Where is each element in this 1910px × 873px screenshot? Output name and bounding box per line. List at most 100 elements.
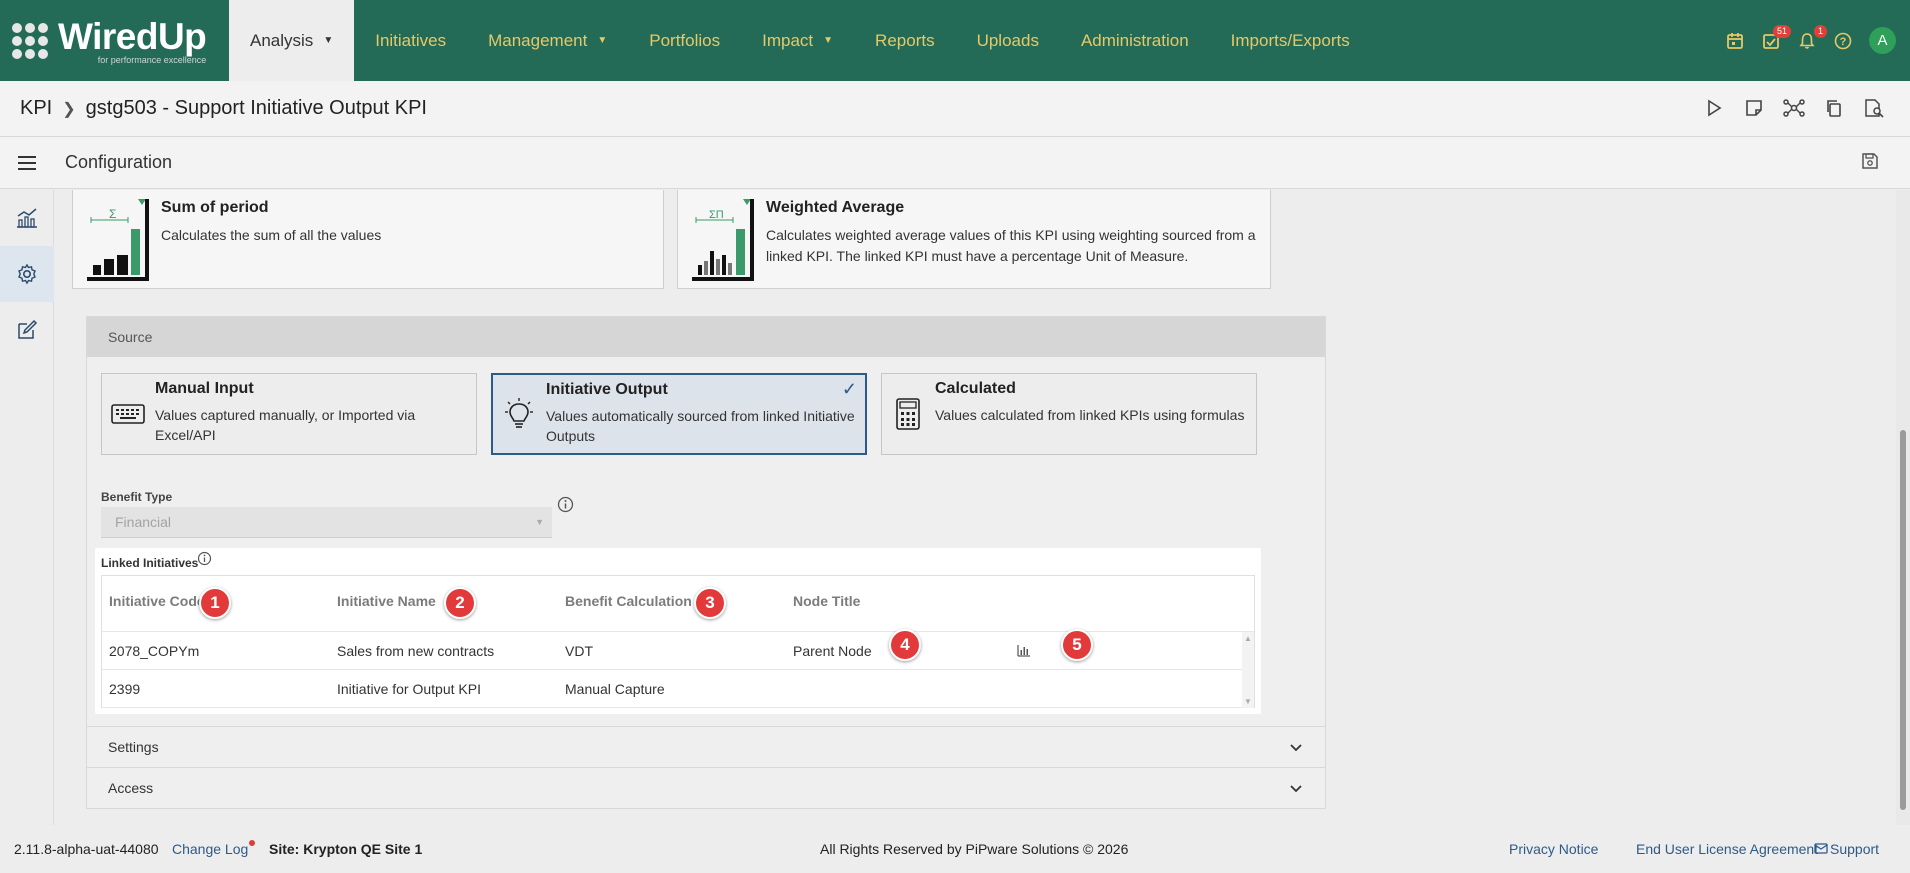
- source-option-initiative-output[interactable]: Initiative Output Values automatically s…: [491, 373, 867, 455]
- breadcrumb: KPI ❯ gstg503 - Support Initiative Outpu…: [0, 81, 1910, 137]
- info-icon[interactable]: [557, 496, 574, 513]
- scroll-thumb[interactable]: [1900, 430, 1906, 810]
- scroll-up-icon: ▲: [1244, 634, 1252, 643]
- nav-item-administration[interactable]: Administration: [1060, 0, 1210, 81]
- column-header-node-title[interactable]: Node Title: [793, 593, 860, 609]
- column-header-benefit-calculation[interactable]: Benefit Calculation: [565, 593, 692, 609]
- edit-icon: [18, 319, 38, 339]
- annotation-marker: 2: [444, 587, 476, 619]
- config-bar: Configuration: [0, 137, 1910, 189]
- benefit-type-label: Benefit Type: [101, 490, 173, 504]
- sidebar-item-configuration[interactable]: [0, 246, 54, 302]
- caret-down-icon: ▼: [535, 517, 544, 527]
- nav-item-analysis[interactable]: Analysis ▼: [229, 0, 355, 81]
- nav-item-imports-exports[interactable]: Imports/Exports: [1210, 0, 1371, 81]
- sidebar-item-edit[interactable]: [0, 302, 54, 358]
- copy-icon[interactable]: [1820, 93, 1848, 123]
- nav-label: Initiatives: [375, 30, 447, 50]
- nav-item-reports[interactable]: Reports: [854, 0, 956, 81]
- aggregation-title: Sum of period: [161, 199, 269, 216]
- source-option-description: Values automatically sourced from linked…: [546, 408, 855, 444]
- bar-chart-icon[interactable]: [1017, 644, 1031, 657]
- cell-initiative-name: Initiative for Output KPI: [337, 681, 481, 697]
- nav-label: Reports: [875, 30, 935, 50]
- nav-label: Imports/Exports: [1230, 30, 1350, 50]
- privacy-notice-link[interactable]: Privacy Notice: [1509, 841, 1598, 857]
- sum-chart-icon: Σ: [73, 190, 161, 287]
- nav-item-impact[interactable]: Impact ▼: [741, 0, 854, 81]
- nav-item-portfolios[interactable]: Portfolios: [628, 0, 741, 81]
- sidebar-item-analysis[interactable]: [0, 190, 54, 246]
- copyright-text: All Rights Reserved by PiPware Solutions…: [820, 841, 1129, 857]
- nav-label: Uploads: [976, 30, 1039, 50]
- source-option-manual-input[interactable]: Manual Input Values captured manually, o…: [101, 373, 477, 455]
- changelog-dot-icon: [249, 840, 255, 846]
- aggregation-card-weighted-average[interactable]: ΣΠ Weighted Average Calculates weighted …: [677, 190, 1271, 289]
- play-icon[interactable]: [1700, 93, 1728, 123]
- analysis-chart-icon: [17, 208, 37, 228]
- cell-benefit-calculation: Manual Capture: [565, 681, 665, 697]
- eula-link[interactable]: End User License Agreement: [1636, 841, 1818, 857]
- svg-text:ΣΠ: ΣΠ: [709, 209, 724, 221]
- cell-benefit-calculation: VDT: [565, 643, 593, 659]
- table-scrollbar[interactable]: ▲ ▼: [1242, 632, 1254, 708]
- svg-text:?: ?: [1840, 36, 1847, 48]
- version-label: 2.11.8-alpha-uat-44080: [14, 841, 159, 857]
- hamburger-menu-icon[interactable]: [0, 137, 54, 189]
- source-option-calculated[interactable]: Calculated Values calculated from linked…: [881, 373, 1257, 455]
- source-option-title: Manual Input: [155, 380, 254, 397]
- weighted-chart-icon: ΣΠ: [678, 190, 766, 287]
- caret-down-icon: ▼: [823, 35, 834, 46]
- nav-item-uploads[interactable]: Uploads: [956, 0, 1060, 81]
- breadcrumb-root[interactable]: KPI: [20, 97, 52, 120]
- support-link[interactable]: Support: [1830, 841, 1879, 857]
- cell-initiative-name: Sales from new contracts: [337, 643, 495, 659]
- help-icon[interactable]: ?: [1825, 23, 1861, 59]
- column-header-initiative-name[interactable]: Initiative Name: [337, 593, 436, 609]
- document-search-icon[interactable]: [1860, 93, 1888, 123]
- annotation-marker: 1: [199, 587, 231, 619]
- table-row[interactable]: 2399 Initiative for Output KPI Manual Ca…: [102, 670, 1254, 708]
- source-option-description: Values calculated from linked KPIs using…: [935, 407, 1245, 423]
- accordion-access[interactable]: Access: [86, 767, 1326, 809]
- nav-item-management[interactable]: Management ▼: [467, 0, 628, 81]
- nav-label: Management: [488, 30, 588, 50]
- caret-down-icon: ▼: [323, 35, 334, 46]
- footer: 2.11.8-alpha-uat-44080 Change Log Site: …: [0, 825, 1910, 873]
- accordion-label: Settings: [108, 739, 159, 755]
- task-check-icon[interactable]: 51: [1753, 23, 1791, 59]
- nav-label: Portfolios: [649, 30, 721, 50]
- accordion-label: Access: [108, 780, 154, 796]
- scroll-down-icon: ▼: [1244, 697, 1252, 706]
- save-icon[interactable]: [1860, 151, 1884, 175]
- network-icon[interactable]: [1780, 93, 1808, 123]
- column-header-initiative-code[interactable]: Initiative Code: [109, 593, 205, 609]
- aggregation-card-sum[interactable]: Σ Sum of period Calculates the sum of al…: [72, 190, 664, 289]
- chevron-down-icon: [1290, 785, 1302, 793]
- benefit-type-select: Financial ▼: [101, 507, 552, 538]
- nav-item-initiatives[interactable]: Initiatives: [354, 0, 467, 81]
- app-logo[interactable]: WiredUp for performance excellence: [0, 0, 229, 81]
- note-icon[interactable]: [1740, 93, 1768, 123]
- site-label: Site: Krypton QE Site 1: [269, 841, 423, 857]
- source-option-description: Values captured manually, or Imported vi…: [155, 407, 416, 443]
- page-scrollbar[interactable]: [1896, 190, 1910, 825]
- bell-icon[interactable]: 1: [1789, 23, 1827, 59]
- support-icon: [1814, 843, 1828, 854]
- user-avatar[interactable]: A: [1869, 27, 1896, 54]
- aggregation-title: Weighted Average: [766, 199, 905, 216]
- main-content: Σ Sum of period Calculates the sum of al…: [55, 190, 1895, 825]
- accordion-settings[interactable]: Settings: [86, 726, 1326, 768]
- header-actions: [1700, 93, 1888, 123]
- chevron-right-icon: ❯: [62, 100, 76, 118]
- calculator-icon: [896, 398, 920, 430]
- benefit-type-value: Financial: [115, 514, 172, 530]
- chevron-down-icon: [1290, 744, 1302, 752]
- change-log-link[interactable]: Change Log: [172, 841, 248, 857]
- annotation-marker: 4: [889, 629, 921, 661]
- nav-right-actions: 51 1 ? A: [1717, 0, 1910, 81]
- aggregation-description: Calculates weighted average values of th…: [766, 227, 1256, 264]
- info-icon[interactable]: [197, 551, 212, 566]
- calendar-icon[interactable]: [1717, 23, 1753, 59]
- caret-down-icon: ▼: [597, 35, 608, 46]
